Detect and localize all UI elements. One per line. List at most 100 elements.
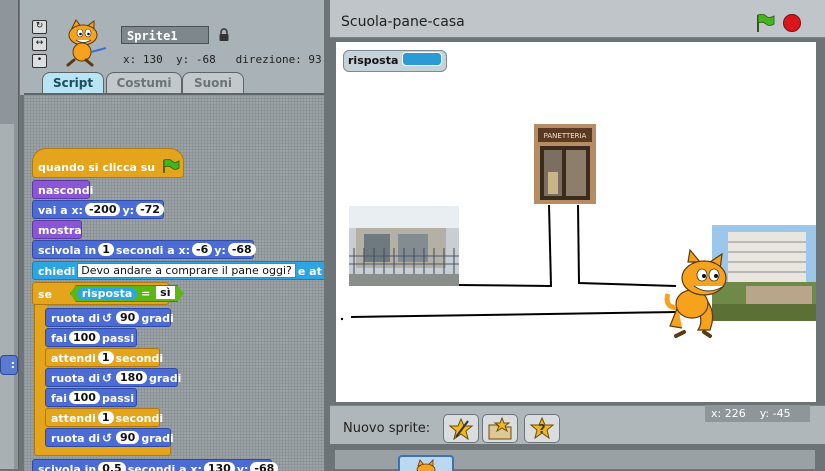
when-flag-clicked-block[interactable]: quando si clicca su	[32, 148, 184, 178]
goto-xy-block[interactable]: vai a x: -200 y: -72	[32, 200, 164, 219]
turn-left-icon: ↺	[101, 371, 113, 385]
bakery-photo: PANETTERIA	[534, 124, 596, 204]
glide-secs-input[interactable]: 0.5	[98, 462, 126, 471]
stage[interactable]: PANETTERIA	[335, 41, 817, 403]
wait-block-2[interactable]: attendi 1 secondi	[45, 408, 163, 427]
ask-block[interactable]: chiedi Devo andare a comprare il pane ogg…	[32, 261, 324, 280]
glide-y-input[interactable]: -68	[250, 462, 279, 471]
glide-block-2[interactable]: scivola in 0.5 secondi a x: 130 y: -68	[32, 459, 279, 471]
wait-secs-input[interactable]: 1	[97, 351, 114, 364]
hide-block[interactable]: nascondi	[32, 180, 94, 199]
move-block-2[interactable]: fai 100 passi	[45, 388, 137, 407]
new-sprite-label: Nuovo sprite:	[343, 421, 431, 436]
glide-x-input[interactable]: 130	[203, 462, 235, 471]
random-sprite-icon: ?	[529, 416, 555, 440]
variable-monitor-label: risposta	[348, 54, 399, 67]
glide-secs-input[interactable]: 1	[98, 243, 114, 256]
turn-deg-input[interactable]: 90	[116, 311, 140, 324]
glide-label: scivola in	[38, 463, 97, 471]
house-photo	[712, 225, 816, 321]
import-sprite-icon	[488, 416, 512, 440]
turn-label: ruota di	[51, 432, 100, 445]
variable-monitor-risposta[interactable]: risposta	[343, 50, 448, 72]
rotate-icon[interactable]: ↻	[32, 20, 47, 34]
glide-y-label: y:	[236, 463, 249, 471]
turn-unit-label: gradi	[141, 432, 174, 445]
glide-x-input[interactable]: -6	[192, 243, 213, 256]
center-icon[interactable]: ↔	[32, 37, 47, 51]
equals-operator[interactable]: risposta = sì	[70, 285, 184, 302]
turn-unit-label: gradi	[149, 372, 182, 385]
move-steps-input[interactable]: 100	[68, 391, 100, 404]
goto-y-input[interactable]: -72	[136, 203, 164, 216]
turn-unit-label: gradi	[141, 312, 174, 325]
sprite-name-field[interactable]: Sprite1	[121, 26, 209, 44]
ask-label: chiedi	[38, 265, 76, 278]
glide-block-1[interactable]: scivola in 1 secondi a x: -6 y: -68	[32, 240, 256, 259]
palette-block-fragment[interactable]: :	[0, 355, 18, 375]
variable-monitor-value	[402, 52, 443, 66]
rotation-style-buttons: ↻ ↔ •	[32, 20, 47, 71]
wait-unit-label: secondi	[115, 412, 164, 425]
tab-costumes[interactable]: Costumi	[106, 72, 182, 93]
glide-y-input[interactable]: -68	[227, 243, 256, 256]
paint-sprite-button[interactable]	[443, 414, 479, 443]
random-sprite-button[interactable]: ?	[524, 414, 560, 443]
move-unit-label: passi	[101, 332, 135, 345]
import-sprite-button[interactable]	[482, 414, 518, 443]
svg-text:?: ?	[539, 422, 546, 436]
wait-unit-label: secondi	[115, 352, 164, 365]
wait-secs-input[interactable]: 1	[97, 411, 114, 424]
lock-icon[interactable]	[218, 28, 230, 42]
if-block[interactable]: se risposta = sì	[32, 282, 169, 305]
glide-y-label: y:	[214, 244, 226, 257]
turn-left-block-2[interactable]: ruota di ↺ 180 gradi	[45, 368, 182, 387]
scripts-area[interactable]: quando si clicca su nascondi vai a x: -20…	[24, 93, 324, 471]
if-value-input[interactable]: sì	[156, 286, 174, 299]
paint-sprite-icon	[448, 417, 474, 441]
goto-x-input[interactable]: -200	[84, 203, 121, 216]
wait-label: attendi	[51, 352, 96, 365]
green-flag-icon[interactable]	[755, 14, 775, 32]
stage-drawing: PANETTERIA	[340, 124, 816, 338]
sprite-thumbnail[interactable]	[58, 18, 110, 68]
equals-sign: =	[141, 287, 151, 300]
move-label: fai	[51, 332, 67, 345]
move-unit-label: passi	[101, 392, 135, 405]
ask-tail-label: e at	[297, 265, 322, 278]
sprite-list-thumbnail	[416, 459, 436, 471]
hide-label: nascondi	[38, 184, 94, 197]
fix-icon[interactable]: •	[32, 54, 47, 68]
glide-mid-label: secondi a x:	[115, 244, 190, 257]
sprite-position-readout: x: 130 y: -68 direzione: 93	[123, 53, 322, 66]
turn-label: ruota di	[51, 372, 100, 385]
turn-label: ruota di	[51, 312, 100, 325]
move-steps-input[interactable]: 100	[68, 331, 100, 344]
goto-y-label: y:	[122, 204, 135, 217]
if-label: se	[38, 288, 53, 301]
glide-label: scivola in	[38, 244, 97, 257]
turn-left-icon: ↺	[101, 311, 113, 325]
show-label: mostra	[38, 224, 82, 237]
turn-left-icon: ↺	[101, 431, 113, 445]
school-photo	[349, 206, 459, 286]
turn-deg-input[interactable]: 90	[116, 431, 140, 444]
project-title: Scuola-pane-casa	[341, 14, 465, 30]
bakery-sign: PANETTERIA	[544, 132, 587, 140]
blocks-palette-scroll[interactable]	[0, 124, 14, 469]
show-block[interactable]: mostra	[32, 220, 82, 239]
green-flag-icon	[163, 158, 180, 173]
tab-script[interactable]: Script	[42, 72, 104, 93]
move-block-1[interactable]: fai 100 passi	[45, 328, 137, 347]
stop-icon[interactable]	[783, 14, 801, 32]
wait-block-1[interactable]: attendi 1 secondi	[45, 348, 163, 367]
ask-question-input[interactable]: Devo andare a comprare il pane oggi?	[77, 263, 296, 278]
tab-sounds[interactable]: Suoni	[182, 72, 244, 93]
risposta-reporter[interactable]: risposta	[77, 288, 137, 300]
turn-deg-input[interactable]: 180	[116, 371, 147, 384]
goto-label: vai a x:	[38, 204, 83, 217]
turn-left-block-1[interactable]: ruota di ↺ 90 gradi	[45, 308, 174, 327]
wait-label: attendi	[51, 412, 96, 425]
move-label: fai	[51, 392, 67, 405]
turn-left-block-3[interactable]: ruota di ↺ 90 gradi	[45, 428, 174, 447]
